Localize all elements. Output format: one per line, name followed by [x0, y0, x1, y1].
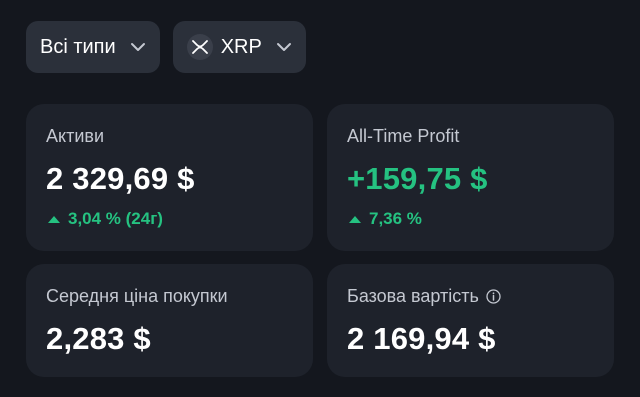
cost-basis-label-row: Базова вартість — [347, 286, 594, 307]
profit-card: All-Time Profit +159,75 $ 7,36 % — [327, 104, 614, 251]
assets-card: Активи 2 329,69 $ 3,04 % (24г) — [26, 104, 313, 251]
type-filter-dropdown[interactable]: Всі типи — [26, 21, 160, 73]
asset-filter-label: XRP — [220, 35, 262, 58]
asset-filter-dropdown[interactable]: XRP — [172, 21, 306, 73]
avg-price-label: Середня ціна покупки — [46, 286, 228, 306]
chevron-down-icon — [130, 39, 146, 55]
avg-price-value: 2,283 $ — [46, 321, 151, 356]
filter-bar: Всі типи XRP — [26, 21, 306, 73]
xrp-icon — [186, 34, 213, 60]
chevron-down-icon — [276, 39, 292, 55]
cost-basis-value: 2 169,94 $ — [347, 321, 496, 356]
profit-change: 7,36 % — [347, 209, 594, 229]
cost-basis-label: Базова вартість — [347, 286, 479, 306]
assets-change-text: 3,04 % (24г) — [68, 209, 163, 228]
triangle-up-icon — [48, 215, 60, 223]
profit-change-text: 7,36 % — [369, 209, 422, 228]
assets-value: 2 329,69 $ — [46, 161, 195, 196]
cost-basis-card: Базова вартість 2 169,94 $ — [327, 264, 614, 377]
type-filter-label: Всі типи — [40, 35, 116, 58]
triangle-up-icon — [349, 215, 361, 223]
assets-change: 3,04 % (24г) — [46, 209, 293, 229]
avg-price-card: Середня ціна покупки 2,283 $ — [26, 264, 313, 377]
profit-label: All-Time Profit — [347, 126, 460, 146]
profit-value: +159,75 $ — [347, 161, 488, 196]
assets-label: Активи — [46, 126, 104, 146]
info-icon[interactable] — [486, 289, 501, 304]
